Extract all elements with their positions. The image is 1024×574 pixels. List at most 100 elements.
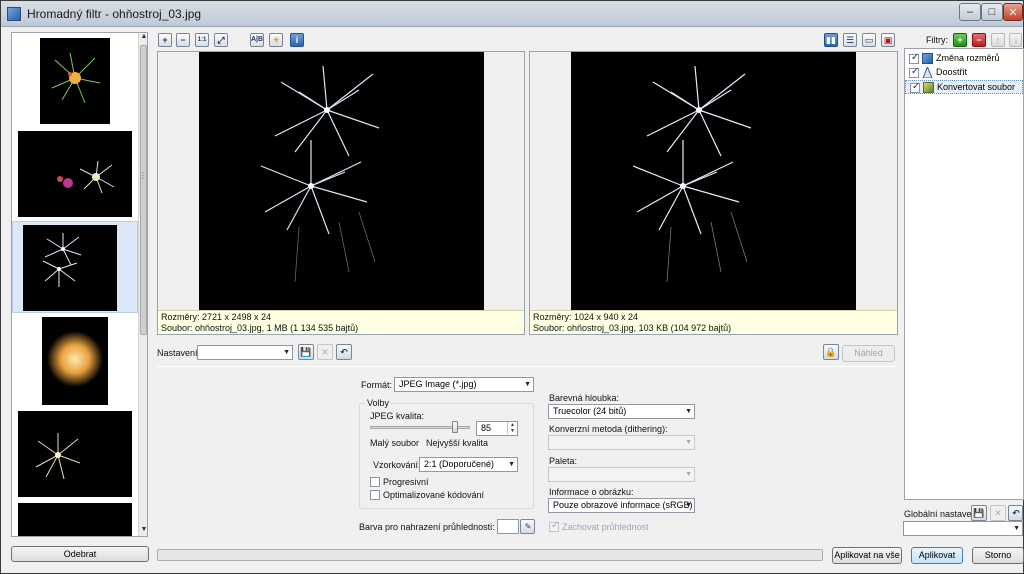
batch-filter-window: Hromadný filtr - ohňostroj_03.jpg – □ ✕ bbox=[0, 0, 1024, 574]
window-title: Hromadný filtr - ohňostroj_03.jpg bbox=[27, 7, 202, 21]
thumbnail-list[interactable]: ▲ ▼ bbox=[11, 32, 148, 537]
original-info-panel: Rozměry: 2721 x 2498 x 24 Soubor: ohňost… bbox=[158, 310, 524, 334]
palette-label: Paleta: bbox=[549, 456, 578, 466]
original-preview-panel[interactable]: Rozměry: 2721 x 2498 x 24 Soubor: ohňost… bbox=[157, 51, 525, 335]
progressive-checkbox[interactable] bbox=[370, 477, 380, 487]
filter-label: Konvertovat soubor bbox=[937, 82, 1016, 92]
chevron-down-icon: ▼ bbox=[685, 471, 692, 478]
thumbnail-item[interactable] bbox=[12, 129, 138, 221]
reset-preset-button[interactable]: ↶ bbox=[336, 344, 352, 360]
thumbnail-image bbox=[42, 317, 108, 405]
color-depth-select[interactable]: Truecolor (24 bitů) ▼ bbox=[548, 404, 695, 419]
result-preview-panel[interactable]: Rozměry: 1024 x 940 x 24 Soubor: ohňostr… bbox=[529, 51, 898, 335]
save-global-button[interactable]: 💾 bbox=[971, 505, 987, 521]
thumbnail-item[interactable] bbox=[12, 35, 138, 127]
remove-button[interactable]: Odebrat bbox=[11, 546, 149, 562]
layout-result-icon[interactable]: ▣ bbox=[881, 33, 895, 47]
chevron-down-icon: ▼ bbox=[685, 502, 692, 509]
global-settings-label: Globální nastavení: bbox=[904, 509, 982, 519]
format-value: JPEG Image (*.jpg) bbox=[399, 379, 477, 389]
original-image bbox=[199, 52, 484, 311]
lock-preview-button[interactable]: 🔒 bbox=[823, 344, 839, 360]
minimize-button[interactable]: – bbox=[959, 3, 981, 21]
keep-transparency-checkbox[interactable] bbox=[549, 520, 559, 532]
scroll-up-icon[interactable]: ▲ bbox=[139, 33, 147, 43]
result-dimensions: Rozměry: 1024 x 940 x 24 bbox=[533, 312, 639, 322]
settings-preset-select[interactable]: ▼ bbox=[197, 345, 293, 360]
thumbnail-scrollbar[interactable]: ▲ ▼ bbox=[138, 33, 147, 536]
thumbnail-image bbox=[18, 411, 132, 497]
resize-icon bbox=[922, 53, 933, 64]
cancel-button[interactable]: Storno bbox=[972, 547, 1024, 564]
format-select[interactable]: JPEG Image (*.jpg) ▼ bbox=[394, 377, 534, 392]
thumbnail-item-selected[interactable] bbox=[12, 221, 138, 313]
chevron-down-icon: ▼ bbox=[508, 461, 515, 468]
thumbnail-item[interactable] bbox=[12, 409, 138, 501]
maximize-button[interactable]: □ bbox=[981, 3, 1003, 21]
filter-list[interactable]: Změna rozměrů Doostřit Konvertovat soubo… bbox=[904, 48, 1024, 500]
fit-to-window-icon[interactable]: ⤢ bbox=[214, 33, 228, 47]
layout-single-icon[interactable]: ▭ bbox=[862, 33, 876, 47]
filter-item-sharpen[interactable]: Doostřit bbox=[905, 65, 1023, 80]
sampling-select[interactable]: 2:1 (Doporučené) ▼ bbox=[419, 457, 518, 472]
apply-button[interactable]: Aplikovat bbox=[911, 547, 963, 564]
image-info-select[interactable]: Pouze obrazové informace (sRGB) ▼ bbox=[548, 498, 695, 513]
actual-size-icon[interactable]: 1:1 bbox=[195, 33, 209, 47]
filter-enabled-checkbox[interactable] bbox=[909, 66, 919, 78]
delete-preset-button[interactable]: ✕ bbox=[317, 344, 333, 360]
sampling-value: 2:1 (Doporučené) bbox=[424, 459, 495, 469]
zoom-out-icon[interactable]: − bbox=[176, 33, 190, 47]
add-filter-button[interactable]: + bbox=[953, 33, 967, 47]
apply-all-button[interactable]: Aplikovat na vše bbox=[832, 547, 902, 564]
chevron-down-icon: ▼ bbox=[524, 381, 531, 388]
filter-label: Změna rozměrů bbox=[936, 53, 1000, 63]
options-group-title: Volby bbox=[365, 398, 392, 408]
close-button[interactable]: ✕ bbox=[1003, 3, 1023, 21]
thumbnail-image bbox=[18, 131, 132, 217]
info-icon[interactable]: i bbox=[290, 33, 304, 47]
palette-select[interactable]: ▼ bbox=[548, 467, 695, 482]
jpeg-quality-spinner[interactable]: 85 ▲ ▼ bbox=[476, 421, 518, 436]
dithering-select[interactable]: ▼ bbox=[548, 435, 695, 450]
preview-button[interactable]: Náhled bbox=[842, 345, 895, 362]
spin-down-icon[interactable]: ▼ bbox=[507, 428, 517, 434]
scroll-down-icon[interactable]: ▼ bbox=[139, 526, 147, 536]
filter-item-resize[interactable]: Změna rozměrů bbox=[905, 52, 1023, 66]
eyedropper-icon[interactable]: ✎ bbox=[520, 519, 535, 534]
color-depth-value: Truecolor (24 bitů) bbox=[553, 406, 627, 416]
save-preset-button[interactable]: 💾 bbox=[298, 344, 314, 360]
filter-enabled-checkbox[interactable] bbox=[910, 81, 920, 93]
dithering-label: Konverzní metoda (dithering): bbox=[549, 424, 668, 434]
filter-label: Doostřit bbox=[936, 67, 968, 77]
delete-global-button[interactable]: ✕ bbox=[990, 505, 1006, 521]
layout-stacked-icon[interactable]: ☰ bbox=[843, 33, 857, 47]
remove-filter-button[interactable]: − bbox=[972, 33, 986, 47]
global-settings-select[interactable]: ▼ bbox=[903, 521, 1023, 536]
filter-item-convert[interactable]: Konvertovat soubor bbox=[905, 80, 1023, 94]
sharpen-icon bbox=[922, 65, 933, 79]
optimized-checkbox[interactable] bbox=[370, 490, 380, 500]
layout-side-by-side-icon[interactable]: ▮▮ bbox=[824, 33, 838, 47]
transparency-color-swatch[interactable] bbox=[497, 519, 519, 534]
filter-enabled-checkbox[interactable] bbox=[909, 52, 919, 64]
sampling-label: Vzorkování: bbox=[373, 460, 421, 470]
thumbnail-item[interactable] bbox=[12, 501, 138, 536]
splitter-grip-icon[interactable]: ⋮ bbox=[139, 171, 147, 183]
jpeg-quality-slider-thumb[interactable] bbox=[452, 421, 458, 433]
compare-icon[interactable]: A|B bbox=[250, 33, 264, 47]
optimized-label: Optimalizované kódování bbox=[383, 490, 485, 500]
move-filter-up-button[interactable]: ↑ bbox=[991, 33, 1005, 47]
reset-global-button[interactable]: ↶ bbox=[1008, 505, 1023, 521]
result-info-panel: Rozměry: 1024 x 940 x 24 Soubor: ohňostr… bbox=[530, 310, 897, 334]
move-filter-down-button[interactable]: ↓ bbox=[1009, 33, 1022, 47]
best-quality-label: Nejvyšší kvalita bbox=[426, 438, 489, 448]
highlight-icon[interactable]: ☀ bbox=[269, 33, 283, 47]
image-info-value: Pouze obrazové informace (sRGB) bbox=[553, 500, 693, 510]
app-icon bbox=[7, 7, 21, 21]
zoom-in-icon[interactable]: + bbox=[158, 33, 172, 47]
scroll-thumb[interactable] bbox=[140, 45, 147, 335]
image-info-label: Informace o obrázku: bbox=[549, 487, 634, 497]
thumbnail-item[interactable] bbox=[12, 315, 138, 407]
small-file-label: Malý soubor bbox=[370, 438, 420, 448]
separator bbox=[157, 366, 896, 367]
